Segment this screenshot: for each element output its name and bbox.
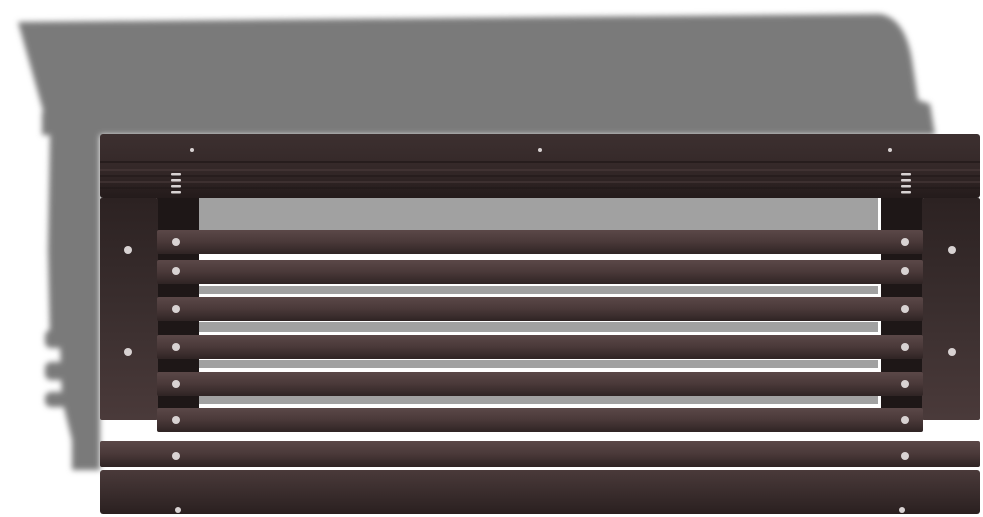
bolt-icon <box>172 416 180 424</box>
bolt-icon <box>899 507 905 513</box>
bolt-icon <box>948 246 956 254</box>
left-armrest <box>100 198 158 420</box>
seat-slat <box>157 372 923 396</box>
bolt-icon <box>901 452 909 460</box>
bolt-icon <box>172 238 180 246</box>
bolt-icon <box>888 148 892 152</box>
bolt-icon <box>901 343 909 351</box>
seat-slat <box>157 260 923 284</box>
bolt-icon <box>124 246 132 254</box>
bench-render-svg <box>18 14 980 514</box>
bench-backrest <box>100 134 980 198</box>
bolt-icon <box>172 267 180 275</box>
seat-slat <box>157 297 923 321</box>
bench-front-slat <box>100 441 980 467</box>
bench-render-scene <box>0 0 983 517</box>
bolt-icon <box>172 305 180 313</box>
bolt-icon <box>172 380 180 388</box>
seat-slat <box>157 230 923 254</box>
bolt-icon <box>538 148 542 152</box>
right-armrest <box>922 198 980 420</box>
bolt-icon <box>901 416 909 424</box>
bolt-icon <box>901 238 909 246</box>
bolt-icon <box>124 348 132 356</box>
bolt-icon <box>948 348 956 356</box>
bench-front-apron <box>100 470 980 514</box>
bolt-icon <box>901 305 909 313</box>
seat-slat <box>157 408 923 432</box>
seat-slat <box>157 335 923 359</box>
bolt-icon <box>172 452 180 460</box>
bolt-icon <box>901 380 909 388</box>
bolt-icon <box>175 507 181 513</box>
bolt-icon <box>190 148 194 152</box>
bolt-icon <box>901 267 909 275</box>
bolt-icon <box>172 343 180 351</box>
